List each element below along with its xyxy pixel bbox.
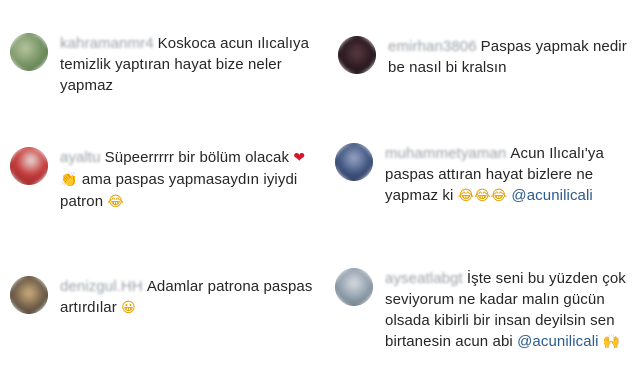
emoji-laugh: 😂😂😂 xyxy=(457,188,508,204)
mention-link[interactable]: @acunilicali xyxy=(517,333,598,350)
comment-2: emirhan3806 Paspas yapmak nedir be nasıl … xyxy=(338,36,630,78)
avatar[interactable] xyxy=(335,268,373,306)
username[interactable]: emirhan3806 xyxy=(388,38,477,55)
comment-6: ayseatlabgt İşte seni bu yüzden çok seviy… xyxy=(335,268,635,353)
avatar[interactable] xyxy=(335,143,373,181)
avatar[interactable] xyxy=(10,147,48,185)
comment-4: muhammetyaman Acun Ilıcalı'ya paspas attı… xyxy=(335,143,635,207)
username[interactable]: ayseatlabgt xyxy=(385,270,463,287)
comment-text: Süpeerrrrr bir bölüm olacak xyxy=(104,149,290,166)
avatar[interactable] xyxy=(10,33,48,71)
comment-5: denizgul.HH Adamlar patrona paspas artırd… xyxy=(10,276,315,319)
emoji-laugh: 😂 xyxy=(107,194,124,210)
username[interactable]: denizgul.HH xyxy=(60,278,143,295)
username[interactable]: ayaltu xyxy=(60,149,101,166)
username[interactable]: muhammetyaman xyxy=(385,145,506,162)
username[interactable]: kahramanmr4 xyxy=(60,35,154,52)
avatar[interactable] xyxy=(338,36,376,74)
comment-1: kahramanmr4 Koskoca acun ılıcalıya temizl… xyxy=(10,33,325,96)
comment-text-cont: ama paspas yapmasaydın iyiydi patron xyxy=(60,171,298,210)
emoji-grin: 😀 xyxy=(121,300,136,316)
comment-3: ayaltu Süpeerrrrr bir bölüm olacak ❤👏 ama… xyxy=(10,147,315,213)
emoji-raised-hands: 🙌 xyxy=(602,334,621,350)
mention-link[interactable]: @acunilicali xyxy=(511,187,592,204)
avatar[interactable] xyxy=(10,276,48,314)
